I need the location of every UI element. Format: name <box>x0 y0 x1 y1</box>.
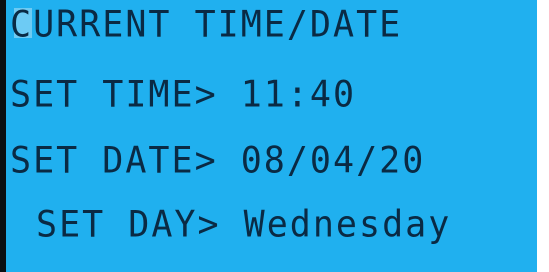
lcd-display: CURRENT TIME/DATE SET TIME> 11:40 SET DA… <box>0 0 549 272</box>
menu-item-set-time[interactable]: SET TIME> 11:40 <box>10 72 356 118</box>
menu-item-set-date[interactable]: SET DATE> 08/04/20 <box>10 138 425 184</box>
lcd-screen: CURRENT TIME/DATE SET TIME> 11:40 SET DA… <box>6 0 537 272</box>
menu-item-set-day[interactable]: SET DAY> Wednesday <box>36 202 451 248</box>
menu-title: CURRENT TIME/DATE <box>10 4 403 47</box>
